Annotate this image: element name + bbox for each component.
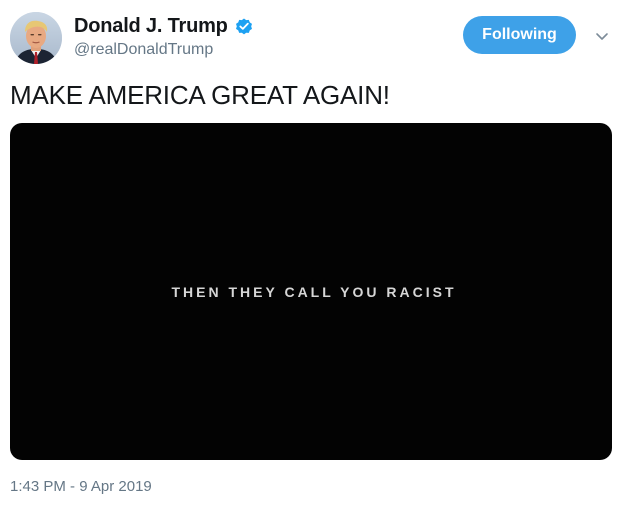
author-display-name[interactable]: Donald J. Trump [74,15,228,38]
tweet-text: MAKE AMERICA GREAT AGAIN! [10,80,390,110]
tweet-video[interactable]: THEN THEY CALL YOU RACIST [10,123,612,460]
following-button[interactable]: Following [463,16,576,54]
chevron-down-icon[interactable] [594,28,610,44]
author-handle[interactable]: @realDonaldTrump [74,41,213,59]
tweet-timestamp[interactable]: 1:43 PM - 9 Apr 2019 [10,478,152,495]
video-caption: THEN THEY CALL YOU RACIST [171,283,457,300]
author-name-row: Donald J. Trump [74,14,254,38]
avatar[interactable] [10,12,62,64]
tweet-card: Donald J. Trump @realDonaldTrump Followi… [0,0,640,506]
verified-badge-icon [235,18,252,35]
avatar-image [10,12,62,64]
